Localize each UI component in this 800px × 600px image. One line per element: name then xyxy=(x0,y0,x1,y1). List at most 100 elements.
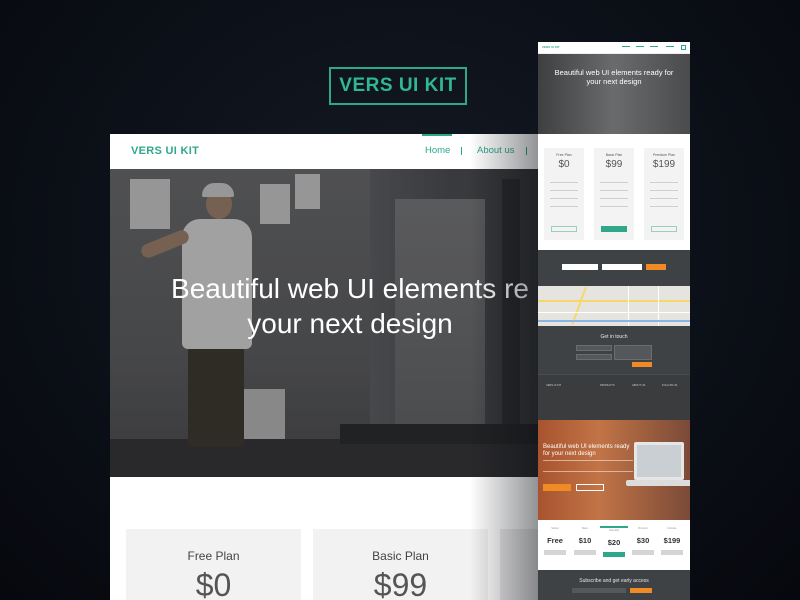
preview-pricing-page: Free Plan $0 Basic Plan $99 Premium Plan… xyxy=(538,134,690,250)
preview-plan-card: Premium Plan $199 xyxy=(644,148,684,240)
preview-tier-price: $199 xyxy=(663,536,681,545)
preview-subscribe-button xyxy=(630,588,652,593)
preview-contact-title: Get in touch xyxy=(600,334,628,340)
preview-field xyxy=(576,345,612,351)
preview-tier-button xyxy=(574,550,596,555)
kit-title-badge: VERS UI KIT xyxy=(329,67,467,105)
preview-map xyxy=(538,286,690,326)
map-water xyxy=(538,320,690,322)
search-icon xyxy=(681,45,686,50)
preview-orange-button xyxy=(646,264,666,270)
preview-footer-col: VERS UI KIT xyxy=(546,384,562,387)
preview-hero-line2: your next design xyxy=(586,77,642,86)
preview-nav-link xyxy=(650,46,658,47)
preview-landing-title-line1: Beautiful web UI elements ready xyxy=(543,444,630,450)
hero-title-line1: Beautiful web UI elements re xyxy=(171,273,529,304)
preview-plan-button xyxy=(601,226,627,232)
hero-section: Beautiful web UI elements re your next d… xyxy=(110,169,590,477)
preview-secondary-button xyxy=(576,484,604,491)
preview-nav-link xyxy=(622,46,630,47)
preview-field xyxy=(614,345,652,360)
nav-separator xyxy=(526,147,527,155)
preview-tier-button xyxy=(603,552,625,557)
preview-plan-card: Basic Plan $99 xyxy=(594,148,634,240)
preview-subscribe-input xyxy=(572,588,626,593)
map-road xyxy=(538,300,690,302)
plan-price: $99 xyxy=(373,567,428,600)
preview-text-line xyxy=(650,198,678,199)
preview-text-line xyxy=(650,182,678,183)
preview-cta-button xyxy=(543,484,571,491)
plan-card-free[interactable]: Free Plan $0 xyxy=(126,529,301,600)
plan-price: $0 xyxy=(195,567,232,600)
preview-input xyxy=(602,264,642,270)
preview-tier-price: $20 xyxy=(607,538,621,547)
top-navigation: VERS UI KIT Home About us xyxy=(110,134,590,170)
preview-text-line xyxy=(550,206,578,207)
preview-tier-label: Ultimate xyxy=(667,527,677,530)
preview-field xyxy=(576,354,612,360)
preview-tier-button xyxy=(661,550,683,555)
preview-text-line xyxy=(600,190,628,191)
preview-nav: VERS UI KIT xyxy=(538,42,690,54)
nav-separator xyxy=(461,147,462,155)
preview-text-line xyxy=(600,182,628,183)
preview-tier-button xyxy=(632,550,654,555)
plan-name: Basic Plan xyxy=(372,549,429,563)
preview-logo: VERS UI KIT xyxy=(542,45,560,49)
preview-text-line xyxy=(550,182,578,183)
preview-plan-price: $0 xyxy=(558,159,570,170)
preview-plan-card: Free Plan $0 xyxy=(544,148,584,240)
preview-hero-page: VERS UI KIT Beautiful web UI elements re… xyxy=(538,42,690,134)
preview-tiers-page: Starter Free Basic $10 Standard $20 Prem… xyxy=(538,520,690,570)
preview-nav-link xyxy=(636,46,644,47)
preview-tier-label: Starter xyxy=(551,527,559,530)
preview-footer: VERS UI KIT PRODUCTS ABOUT US FOLLOW US xyxy=(538,374,690,420)
preview-orange-button xyxy=(632,362,652,367)
preview-contact-page: Get in touch VERS UI KIT PRODUCTS ABOUT … xyxy=(538,250,690,420)
preview-tier-price: $10 xyxy=(578,536,592,545)
preview-text-line xyxy=(650,206,678,207)
pricing-section: Free Plan $0 Basic Plan $99 xyxy=(110,477,590,600)
preview-plan-name: Premium Plan xyxy=(653,153,675,157)
preview-footer-col: ABOUT US xyxy=(632,384,646,387)
preview-text-line xyxy=(550,198,578,199)
plan-card-basic[interactable]: Basic Plan $99 xyxy=(313,529,488,600)
map-road xyxy=(538,312,690,313)
preview-tier: Standard $20 xyxy=(600,526,628,557)
laptop-base xyxy=(626,480,690,486)
preview-plan-button xyxy=(551,226,577,232)
preview-hero: Beautiful web UI elements ready for your… xyxy=(538,54,690,134)
preview-text-line xyxy=(550,190,578,191)
preview-plan-name: Free Plan xyxy=(556,153,572,157)
preview-footer-col: FOLLOW US xyxy=(662,384,678,387)
preview-text-line xyxy=(600,206,628,207)
preview-input xyxy=(562,264,598,270)
preview-subscribe-page: Subscribe and get early access xyxy=(538,570,690,600)
nav-item-about[interactable]: About us xyxy=(477,145,515,156)
preview-subscribe-title: Subscribe and get early access xyxy=(579,578,649,584)
preview-tier-price: Free xyxy=(547,536,563,545)
preview-tier-label: Standard xyxy=(608,529,620,532)
active-nav-indicator xyxy=(422,134,452,136)
preview-plan-price: $199 xyxy=(652,159,676,170)
nav-item-home[interactable]: Home xyxy=(425,145,450,156)
preview-landing-page: Beautiful web UI elements ready for your… xyxy=(538,420,690,520)
site-logo[interactable]: VERS UI KIT xyxy=(131,145,199,157)
preview-landing-text xyxy=(543,460,633,472)
preview-tier-label: Premium xyxy=(637,527,648,530)
preview-landing-title-line2: for your next design xyxy=(543,451,596,457)
preview-tier-button xyxy=(544,550,566,555)
preview-tier-price: $30 xyxy=(636,536,650,545)
preview-hero-line1: Beautiful web UI elements ready for xyxy=(554,68,674,77)
preview-plan-button xyxy=(651,226,677,232)
preview-plan-price: $99 xyxy=(605,159,623,170)
preview-nav-link xyxy=(666,46,674,47)
plan-name: Free Plan xyxy=(187,549,240,563)
preview-text-line xyxy=(650,190,678,191)
preview-text-line xyxy=(600,198,628,199)
preview-tier-label: Basic xyxy=(581,527,589,530)
preview-plan-name: Basic Plan xyxy=(605,153,623,157)
preview-footer-col: PRODUCTS xyxy=(600,384,615,387)
main-page-preview: VERS UI KIT Home About us Beautiful web … xyxy=(110,134,590,600)
